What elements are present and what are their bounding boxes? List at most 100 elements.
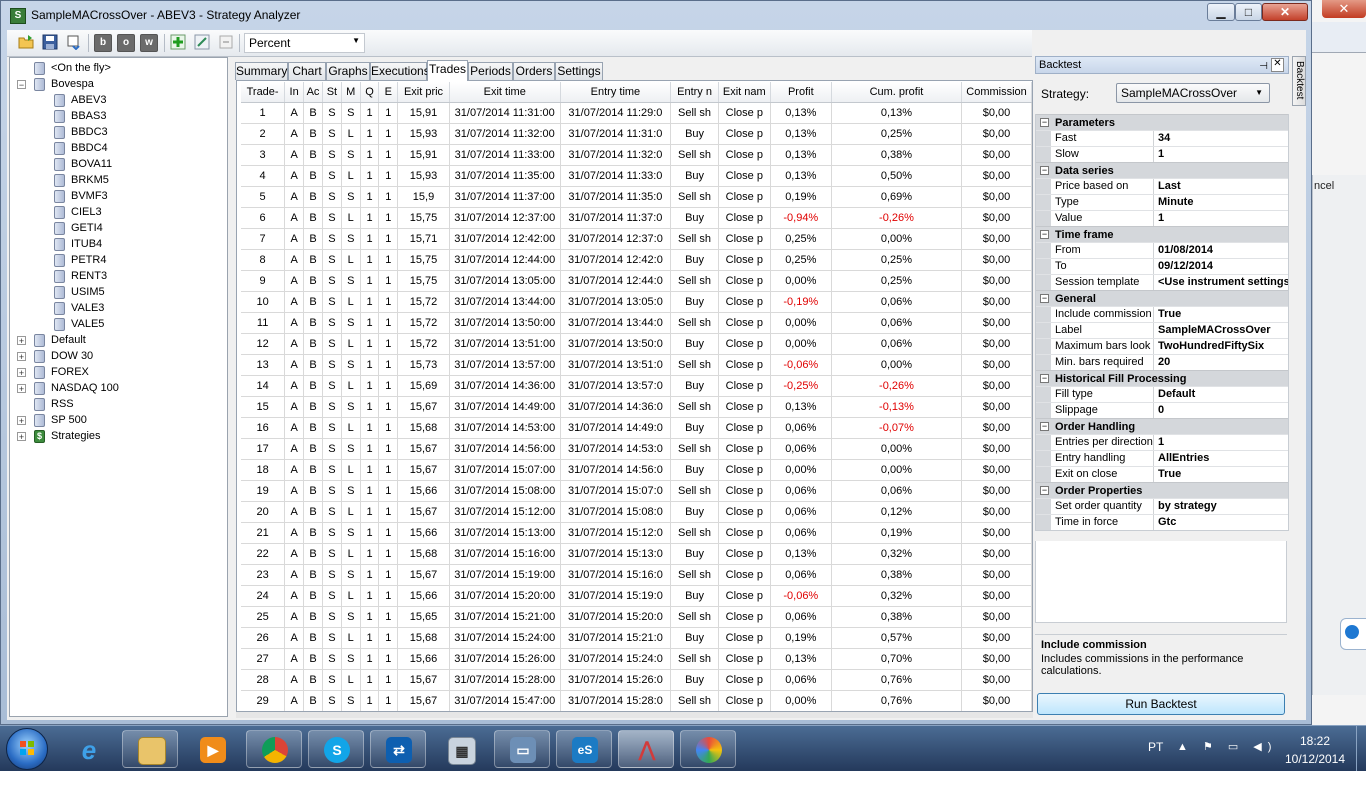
expand-toggle-icon[interactable]: − [17, 80, 26, 90]
property-row[interactable]: To 09/12/2014 [1036, 258, 1288, 274]
expand-toggle-icon[interactable]: + [17, 416, 26, 426]
tree-item-list[interactable]: + SP 500 [17, 412, 87, 428]
table-row[interactable]: 9 A B S S 1 1 15,75 31/07/2014 13:05:00 31/07/201… [241, 270, 1032, 292]
tab-orders[interactable]: Orders [513, 62, 555, 80]
property-value[interactable]: 20 [1155, 355, 1288, 370]
property-value[interactable]: Minute [1155, 195, 1288, 210]
tab-chart[interactable]: Chart [288, 62, 326, 80]
run-backtest-button[interactable]: Run Backtest [1037, 693, 1285, 715]
table-row[interactable]: 10 A B S L 1 1 15,72 31/07/2014 13:44:00 31/07/20… [241, 291, 1032, 313]
property-row[interactable]: Slippage 0 [1036, 402, 1288, 418]
table-row[interactable]: 6 A B S L 1 1 15,75 31/07/2014 12:37:00 31/07/201… [241, 207, 1032, 229]
tray-date[interactable]: 10/12/2014 [1280, 752, 1350, 766]
tab-graphs[interactable]: Graphs [326, 62, 370, 80]
taskbar-strategy-app[interactable]: ⋀ [618, 730, 674, 768]
property-value[interactable]: 1 [1155, 147, 1288, 162]
property-value[interactable]: <Use instrument settings> [1155, 275, 1288, 290]
tree-item-list[interactable]: + Default [17, 332, 86, 348]
property-row[interactable]: Entries per direction 1 [1036, 434, 1288, 450]
tree-item-list[interactable]: RSS [34, 396, 74, 412]
tree-item-list[interactable]: + $ Strategies [17, 428, 101, 444]
property-row[interactable]: Min. bars required 20 [1036, 354, 1288, 370]
taskbar-paint[interactable] [680, 730, 736, 768]
tree-item-instrument[interactable]: BOVA11 [54, 156, 112, 172]
delete-icon[interactable] [217, 34, 235, 52]
table-row[interactable]: 20 A B S L 1 1 15,67 31/07/2014 15:12:00 31/07/20… [241, 501, 1032, 523]
tray-language[interactable]: PT [1148, 740, 1163, 754]
tab-settings[interactable]: Settings [555, 62, 603, 80]
tree-item-instrument[interactable]: BBDC3 [54, 124, 108, 140]
property-value[interactable]: TwoHundredFiftySix [1155, 339, 1288, 354]
tree-item-instrument[interactable]: BBAS3 [54, 108, 106, 124]
maximize-button[interactable]: □ [1235, 3, 1262, 21]
expand-toggle-icon[interactable]: + [17, 368, 26, 378]
tree-item-instrument[interactable]: RENT3 [54, 268, 107, 284]
table-row[interactable]: 21 A B S S 1 1 15,66 31/07/2014 15:13:00 31/07/20… [241, 522, 1032, 544]
export-icon[interactable] [65, 34, 83, 52]
taskbar-internet-explorer[interactable]: e [60, 730, 116, 768]
tree-item-instrument[interactable]: PETR4 [54, 252, 106, 268]
table-row[interactable]: 22 A B S L 1 1 15,68 31/07/2014 15:16:00 31/07/20… [241, 543, 1032, 565]
table-row[interactable]: 8 A B S L 1 1 15,75 31/07/2014 12:44:00 31/07/201… [241, 249, 1032, 271]
property-row[interactable]: Price based on Last [1036, 178, 1288, 194]
table-row[interactable]: 23 A B S S 1 1 15,67 31/07/2014 15:19:00 31/07/20… [241, 564, 1032, 586]
grid-header-0[interactable]: Trade- [241, 82, 286, 103]
w-button[interactable]: w [140, 34, 158, 52]
property-value[interactable]: True [1155, 467, 1288, 482]
collapse-icon[interactable]: − [1040, 294, 1049, 303]
tree-item-instrument[interactable]: BRKM5 [54, 172, 109, 188]
strategy-dropdown[interactable]: SampleMACrossOver ▼ [1116, 83, 1270, 103]
property-value[interactable]: Gtc [1155, 515, 1288, 530]
table-row[interactable]: 5 A B S S 1 1 15,9 31/07/2014 11:37:00 31/07/2014… [241, 186, 1032, 208]
tree-item-list[interactable]: + FOREX [17, 364, 89, 380]
tree-item-on-the-fly[interactable]: <On the fly> [34, 60, 111, 76]
property-row[interactable]: Include commission True [1036, 306, 1288, 322]
property-value[interactable]: True [1155, 307, 1288, 322]
tab-periods[interactable]: Periods [468, 62, 513, 80]
taskbar-network-computer[interactable]: ▭ [494, 730, 550, 768]
property-category[interactable]: − Order Properties [1036, 482, 1288, 498]
grid-horizontal-scrollbar[interactable] [236, 712, 1033, 718]
close-icon[interactable]: ✕ [1271, 58, 1284, 72]
property-category[interactable]: − Data series [1036, 162, 1288, 178]
table-row[interactable]: 7 A B S S 1 1 15,71 31/07/2014 12:42:00 31/07/201… [241, 228, 1032, 250]
taskbar-chrome[interactable] [246, 730, 302, 768]
grid-header-8[interactable]: Exit time [449, 82, 561, 103]
property-value[interactable]: AllEntries [1155, 451, 1288, 466]
add-icon[interactable] [169, 34, 187, 52]
grid-header-7[interactable]: Exit pric [397, 82, 450, 103]
property-row[interactable]: Maximum bars look TwoHundredFiftySix [1036, 338, 1288, 354]
table-row[interactable]: 25 A B S S 1 1 15,65 31/07/2014 15:21:00 31/07/20… [241, 606, 1032, 628]
tree-item-instrument[interactable]: BBDC4 [54, 140, 108, 156]
edit-icon[interactable] [193, 34, 211, 52]
table-row[interactable]: 4 A B S L 1 1 15,93 31/07/2014 11:35:00 31/07/201… [241, 165, 1032, 187]
save-icon[interactable] [41, 34, 59, 52]
collapse-icon[interactable]: − [1040, 118, 1049, 127]
tree-item-list[interactable]: + NASDAQ 100 [17, 380, 119, 396]
table-row[interactable]: 16 A B S L 1 1 15,68 31/07/2014 14:53:00 31/07/20… [241, 417, 1032, 439]
property-value[interactable]: by strategy [1155, 499, 1288, 514]
property-value[interactable]: 09/12/2014 [1155, 259, 1288, 274]
tree-item-list[interactable]: + DOW 30 [17, 348, 93, 364]
table-row[interactable]: 24 A B S L 1 1 15,66 31/07/2014 15:20:00 31/07/20… [241, 585, 1032, 607]
expand-toggle-icon[interactable]: + [17, 352, 26, 362]
collapse-icon[interactable]: − [1040, 166, 1049, 175]
property-row[interactable]: Value 1 [1036, 210, 1288, 226]
expand-toggle-icon[interactable]: + [17, 336, 26, 346]
table-row[interactable]: 1 A B S S 1 1 15,91 31/07/2014 11:31:00 31/07/201… [241, 102, 1032, 124]
expand-toggle-icon[interactable]: + [17, 384, 26, 394]
property-value[interactable]: 0 [1155, 403, 1288, 418]
show-desktop-button[interactable] [1356, 726, 1366, 772]
property-category[interactable]: − Time frame [1036, 226, 1288, 242]
grid-header-5[interactable]: Q [360, 82, 380, 103]
background-close-button[interactable]: ✕ [1322, 0, 1366, 18]
property-row[interactable]: Type Minute [1036, 194, 1288, 210]
property-value[interactable]: 34 [1155, 131, 1288, 146]
metric-dropdown[interactable]: Percent ▼ [244, 33, 365, 53]
grid-header-14[interactable]: Commission [961, 82, 1032, 103]
tree-item-instrument[interactable]: USIM5 [54, 284, 105, 300]
property-value[interactable]: Last [1155, 179, 1288, 194]
property-row[interactable]: Session template <Use instrument settings… [1036, 274, 1288, 290]
table-row[interactable]: 11 A B S S 1 1 15,72 31/07/2014 13:50:00 31/07/20… [241, 312, 1032, 334]
o-button[interactable]: o [117, 34, 135, 52]
